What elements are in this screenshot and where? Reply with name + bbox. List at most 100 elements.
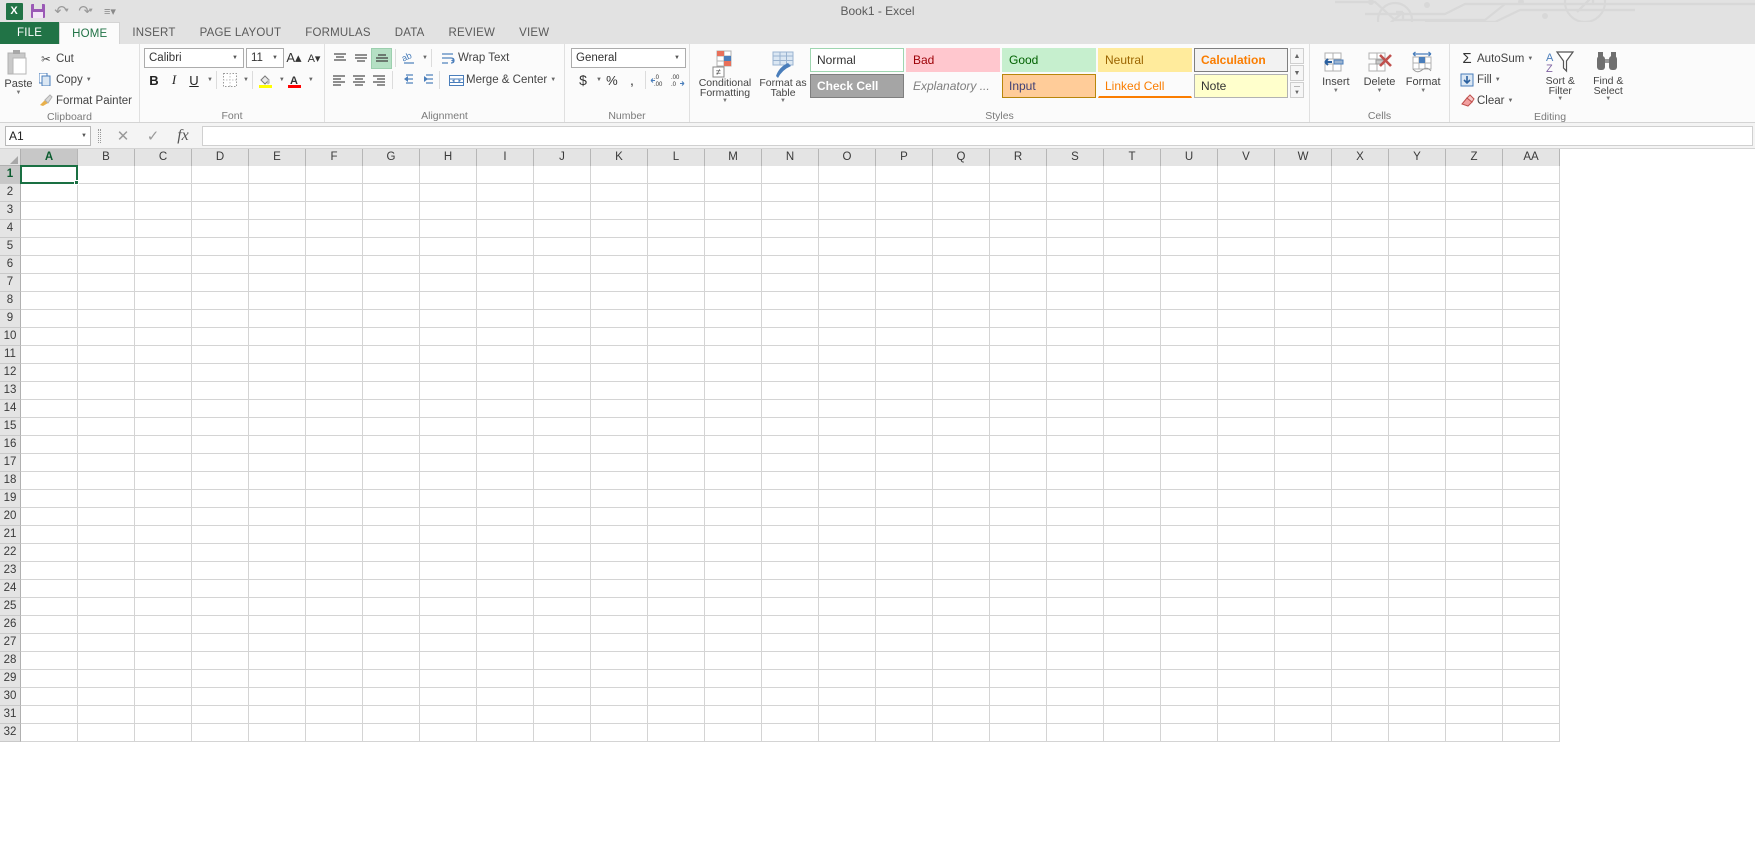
cell-L21[interactable] [648, 526, 705, 544]
cell-U12[interactable] [1161, 364, 1218, 382]
cell-Y26[interactable] [1389, 616, 1446, 634]
cell-J20[interactable] [534, 508, 591, 526]
cell-S8[interactable] [1047, 292, 1104, 310]
row-header-32[interactable]: 32 [0, 724, 21, 742]
cell-X6[interactable] [1332, 256, 1389, 274]
row-header-9[interactable]: 9 [0, 310, 21, 328]
cell-Y1[interactable] [1389, 166, 1446, 184]
cell-P22[interactable] [876, 544, 933, 562]
cell-N21[interactable] [762, 526, 819, 544]
cell-R1[interactable] [990, 166, 1047, 184]
cell-B1[interactable] [78, 166, 135, 184]
cell-Y16[interactable] [1389, 436, 1446, 454]
cell-I10[interactable] [477, 328, 534, 346]
cell-S27[interactable] [1047, 634, 1104, 652]
font-size-input[interactable]: 11 ▼ [246, 48, 284, 68]
cell-Q7[interactable] [933, 274, 990, 292]
cell-B24[interactable] [78, 580, 135, 598]
cell-V20[interactable] [1218, 508, 1275, 526]
cell-T2[interactable] [1104, 184, 1161, 202]
cell-V2[interactable] [1218, 184, 1275, 202]
cell-U21[interactable] [1161, 526, 1218, 544]
cell-L16[interactable] [648, 436, 705, 454]
orientation-dropdown-icon[interactable]: ▼ [422, 55, 428, 61]
styles-more-button[interactable]: — ▼ [1290, 82, 1304, 98]
cell-R27[interactable] [990, 634, 1047, 652]
cell-S28[interactable] [1047, 652, 1104, 670]
cell-S31[interactable] [1047, 706, 1104, 724]
cell-T13[interactable] [1104, 382, 1161, 400]
cell-N20[interactable] [762, 508, 819, 526]
cell-A29[interactable] [21, 670, 78, 688]
cell-AA5[interactable] [1503, 238, 1560, 256]
cell-X20[interactable] [1332, 508, 1389, 526]
cell-Z18[interactable] [1446, 472, 1503, 490]
cell-P31[interactable] [876, 706, 933, 724]
cell-Y32[interactable] [1389, 724, 1446, 742]
cell-U27[interactable] [1161, 634, 1218, 652]
cell-M27[interactable] [705, 634, 762, 652]
row-header-16[interactable]: 16 [0, 436, 21, 454]
cell-M25[interactable] [705, 598, 762, 616]
cell-D4[interactable] [192, 220, 249, 238]
cell-C16[interactable] [135, 436, 192, 454]
cell-T26[interactable] [1104, 616, 1161, 634]
cell-O24[interactable] [819, 580, 876, 598]
row-header-14[interactable]: 14 [0, 400, 21, 418]
cell-T6[interactable] [1104, 256, 1161, 274]
cell-M32[interactable] [705, 724, 762, 742]
cell-T25[interactable] [1104, 598, 1161, 616]
cell-U31[interactable] [1161, 706, 1218, 724]
cell-O11[interactable] [819, 346, 876, 364]
cell-G32[interactable] [363, 724, 420, 742]
cell-D28[interactable] [192, 652, 249, 670]
cell-C21[interactable] [135, 526, 192, 544]
cell-S14[interactable] [1047, 400, 1104, 418]
column-header-A[interactable]: A [21, 149, 78, 166]
cell-R21[interactable] [990, 526, 1047, 544]
cell-C5[interactable] [135, 238, 192, 256]
cell-Y23[interactable] [1389, 562, 1446, 580]
cell-K4[interactable] [591, 220, 648, 238]
cell-T18[interactable] [1104, 472, 1161, 490]
cell-K18[interactable] [591, 472, 648, 490]
cell-Y5[interactable] [1389, 238, 1446, 256]
sort-filter-dropdown-icon[interactable]: ▼ [1557, 96, 1563, 103]
cell-A27[interactable] [21, 634, 78, 652]
find-select-dropdown-icon[interactable]: ▼ [1605, 96, 1611, 103]
cell-P26[interactable] [876, 616, 933, 634]
cell-G12[interactable] [363, 364, 420, 382]
tab-data[interactable]: DATA [383, 22, 437, 44]
cell-S23[interactable] [1047, 562, 1104, 580]
cell-W24[interactable] [1275, 580, 1332, 598]
cell-G19[interactable] [363, 490, 420, 508]
cell-I32[interactable] [477, 724, 534, 742]
cell-I31[interactable] [477, 706, 534, 724]
cell-B11[interactable] [78, 346, 135, 364]
cell-O18[interactable] [819, 472, 876, 490]
cell-L18[interactable] [648, 472, 705, 490]
cell-V4[interactable] [1218, 220, 1275, 238]
cell-A26[interactable] [21, 616, 78, 634]
column-header-V[interactable]: V [1218, 149, 1275, 166]
cell-J25[interactable] [534, 598, 591, 616]
cell-K8[interactable] [591, 292, 648, 310]
cell-B5[interactable] [78, 238, 135, 256]
cell-R19[interactable] [990, 490, 1047, 508]
cell-I26[interactable] [477, 616, 534, 634]
cell-H16[interactable] [420, 436, 477, 454]
cell-R17[interactable] [990, 454, 1047, 472]
cell-G3[interactable] [363, 202, 420, 220]
cell-A8[interactable] [21, 292, 78, 310]
cell-V15[interactable] [1218, 418, 1275, 436]
row-header-29[interactable]: 29 [0, 670, 21, 688]
cell-D13[interactable] [192, 382, 249, 400]
cell-R2[interactable] [990, 184, 1047, 202]
cell-R5[interactable] [990, 238, 1047, 256]
cell-C20[interactable] [135, 508, 192, 526]
style-cell-explanatory[interactable]: Explanatory ... [906, 74, 1000, 98]
cell-S26[interactable] [1047, 616, 1104, 634]
cell-P14[interactable] [876, 400, 933, 418]
cell-S10[interactable] [1047, 328, 1104, 346]
cell-X3[interactable] [1332, 202, 1389, 220]
